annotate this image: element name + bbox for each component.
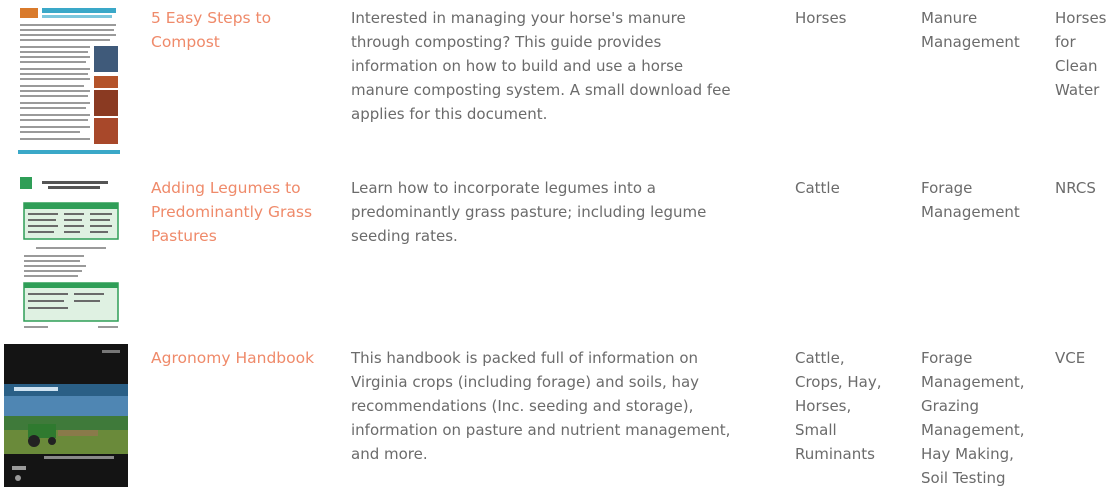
resource-description: Interested in managing your horse's manu… — [351, 6, 776, 126]
species-line: Crops, Hay, — [795, 373, 882, 391]
source-line: NRCS — [1055, 179, 1096, 197]
topic-line: Hay Making, — [921, 445, 1014, 463]
source-line: for — [1055, 33, 1076, 51]
desc-line: This handbook is packed full of informat… — [351, 349, 698, 367]
resource-species: Cattle, Crops, Hay, Horses, Small Rumina… — [795, 346, 905, 466]
resource-description: This handbook is packed full of informat… — [351, 346, 776, 466]
desc-line: manure composting system. A small downlo… — [351, 81, 731, 99]
title-line: Compost — [151, 33, 220, 51]
desc-line: information on pasture and nutrient mana… — [351, 421, 731, 439]
table-row: Adding Legumes to Predominantly Grass Pa… — [0, 170, 1114, 340]
desc-line: applies for this document. — [351, 105, 548, 123]
title-line: Agronomy Handbook — [151, 349, 315, 367]
resource-title-link[interactable]: Adding Legumes to Predominantly Grass Pa… — [151, 176, 336, 248]
topic-line: Grazing — [921, 397, 980, 415]
resource-table: 5 Easy Steps to Compost Interested in ma… — [0, 0, 1114, 487]
topic-line: Management, — [921, 421, 1025, 439]
species-line: Horses, — [795, 397, 852, 415]
table-row: Agronomy Handbook This handbook is packe… — [0, 340, 1114, 487]
resource-species: Cattle — [795, 176, 905, 200]
topic-line: Management — [921, 203, 1020, 221]
desc-line: information on how to build and use a ho… — [351, 57, 684, 75]
desc-line: and more. — [351, 445, 428, 463]
source-line: Clean — [1055, 57, 1098, 75]
resource-topic: Forage Management — [921, 176, 1041, 224]
title-line: Adding Legumes to — [151, 179, 301, 197]
source-line: Water — [1055, 81, 1100, 99]
desc-line: seeding rates. — [351, 227, 458, 245]
resource-topic: Manure Management — [921, 6, 1041, 54]
species-line: Small — [795, 421, 837, 439]
resource-species: Horses — [795, 6, 905, 30]
topic-line: Forage — [921, 349, 973, 367]
desc-line: recommendations (Inc. seeding and storag… — [351, 397, 694, 415]
thumbnail-adding-legumes[interactable] — [14, 173, 124, 333]
topic-line: Manure — [921, 9, 978, 27]
title-line: Predominantly Grass — [151, 203, 313, 221]
thumbnail-agronomy-handbook[interactable] — [4, 344, 128, 487]
species-line: Ruminants — [795, 445, 875, 463]
topic-line: Management — [921, 33, 1020, 51]
resource-source: NRCS — [1055, 176, 1114, 200]
resource-source: Horses for Clean Water — [1055, 6, 1114, 102]
resource-topic: Forage Management, Grazing Management, H… — [921, 346, 1041, 490]
species-line: Horses — [795, 9, 847, 27]
species-line: Cattle — [795, 179, 840, 197]
desc-line: predominantly grass pasture; including l… — [351, 203, 707, 221]
topic-line: Management, — [921, 373, 1025, 391]
desc-line: Interested in managing your horse's manu… — [351, 9, 686, 27]
thumbnail-5-easy-steps[interactable] — [14, 4, 124, 160]
title-line: 5 Easy Steps to — [151, 9, 272, 27]
resource-title-link[interactable]: 5 Easy Steps to Compost — [151, 6, 336, 54]
species-line: Cattle, — [795, 349, 845, 367]
resource-description: Learn how to incorporate legumes into a … — [351, 176, 776, 248]
source-line: Horses — [1055, 9, 1107, 27]
source-line: VCE — [1055, 349, 1086, 367]
table-row: 5 Easy Steps to Compost Interested in ma… — [0, 0, 1114, 165]
topic-line: Soil Testing — [921, 469, 1006, 487]
desc-line: through composting? This guide provides — [351, 33, 662, 51]
title-line: Pastures — [151, 227, 217, 245]
resource-source: VCE — [1055, 346, 1114, 370]
desc-line: Learn how to incorporate legumes into a — [351, 179, 656, 197]
topic-line: Forage — [921, 179, 973, 197]
resource-title-link[interactable]: Agronomy Handbook — [151, 346, 336, 370]
desc-line: Virginia crops (including forage) and so… — [351, 373, 700, 391]
